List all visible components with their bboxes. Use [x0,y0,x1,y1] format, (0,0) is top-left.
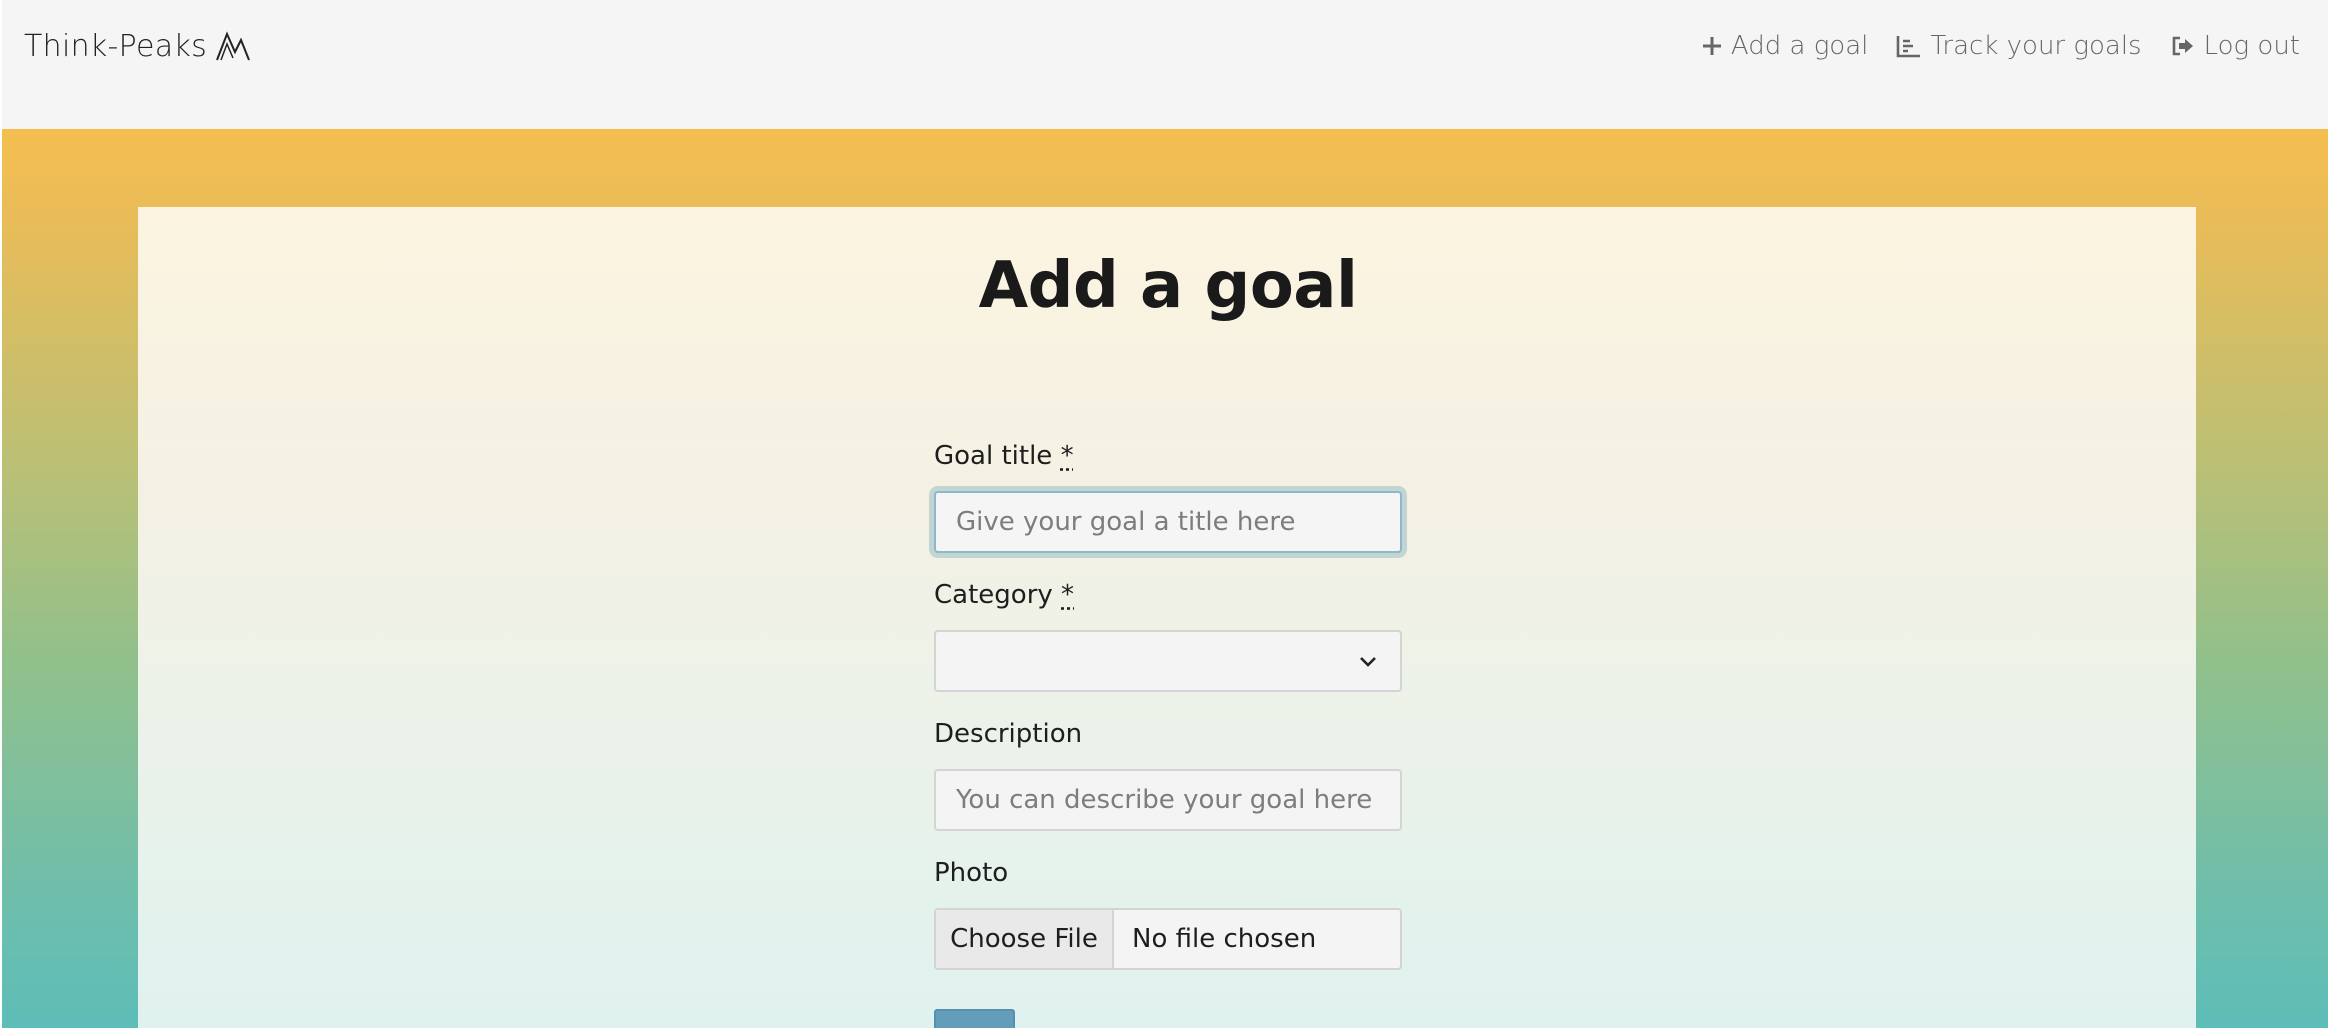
nav-logout-link[interactable]: Log out [2170,31,2300,61]
plus-icon [1701,35,1723,57]
description-input[interactable] [934,769,1402,831]
nav-add-goal-label: Add a goal [1731,31,1868,61]
goal-title-input[interactable] [934,491,1402,553]
brand-logo[interactable]: Think-Peaks [24,26,251,66]
nav-add-goal-link[interactable]: Add a goal [1701,31,1868,61]
page-title: Add a goal [934,249,1402,323]
navbar: Think-Peaks Add a goal Track your goals [2,0,2328,129]
nav-logout-label: Log out [2204,31,2300,61]
chart-icon [1896,34,1922,58]
category-label-text: Category [934,580,1053,610]
submit-button[interactable]: Go! [934,1009,1015,1028]
goal-title-label-text: Goal title [934,441,1052,471]
mountain-peaks-icon [215,30,251,62]
required-marker: * [1061,441,1074,471]
nav-track-goals-link[interactable]: Track your goals [1896,31,2141,61]
category-select[interactable] [934,630,1402,692]
choose-file-button[interactable]: Choose File [936,910,1114,968]
description-label: Description [934,719,1082,749]
sign-out-icon [2170,35,2196,57]
form-panel: Add a goal Goal title * Category * Descr… [138,207,2196,1028]
photo-file-input[interactable]: Choose File No file chosen [934,908,1402,970]
category-label: Category * [934,580,1074,610]
nav-links: Add a goal Track your goals Log out [1701,26,2300,66]
required-marker: * [1061,580,1074,610]
file-status: No file chosen [1114,910,1316,968]
photo-label: Photo [934,858,1008,888]
chevron-down-icon [1358,651,1378,671]
goal-title-label: Goal title * [934,441,1074,471]
hero-background: Add a goal Goal title * Category * Descr… [2,129,2328,1028]
brand-name: Think-Peaks [24,29,207,64]
nav-track-goals-label: Track your goals [1930,31,2141,61]
